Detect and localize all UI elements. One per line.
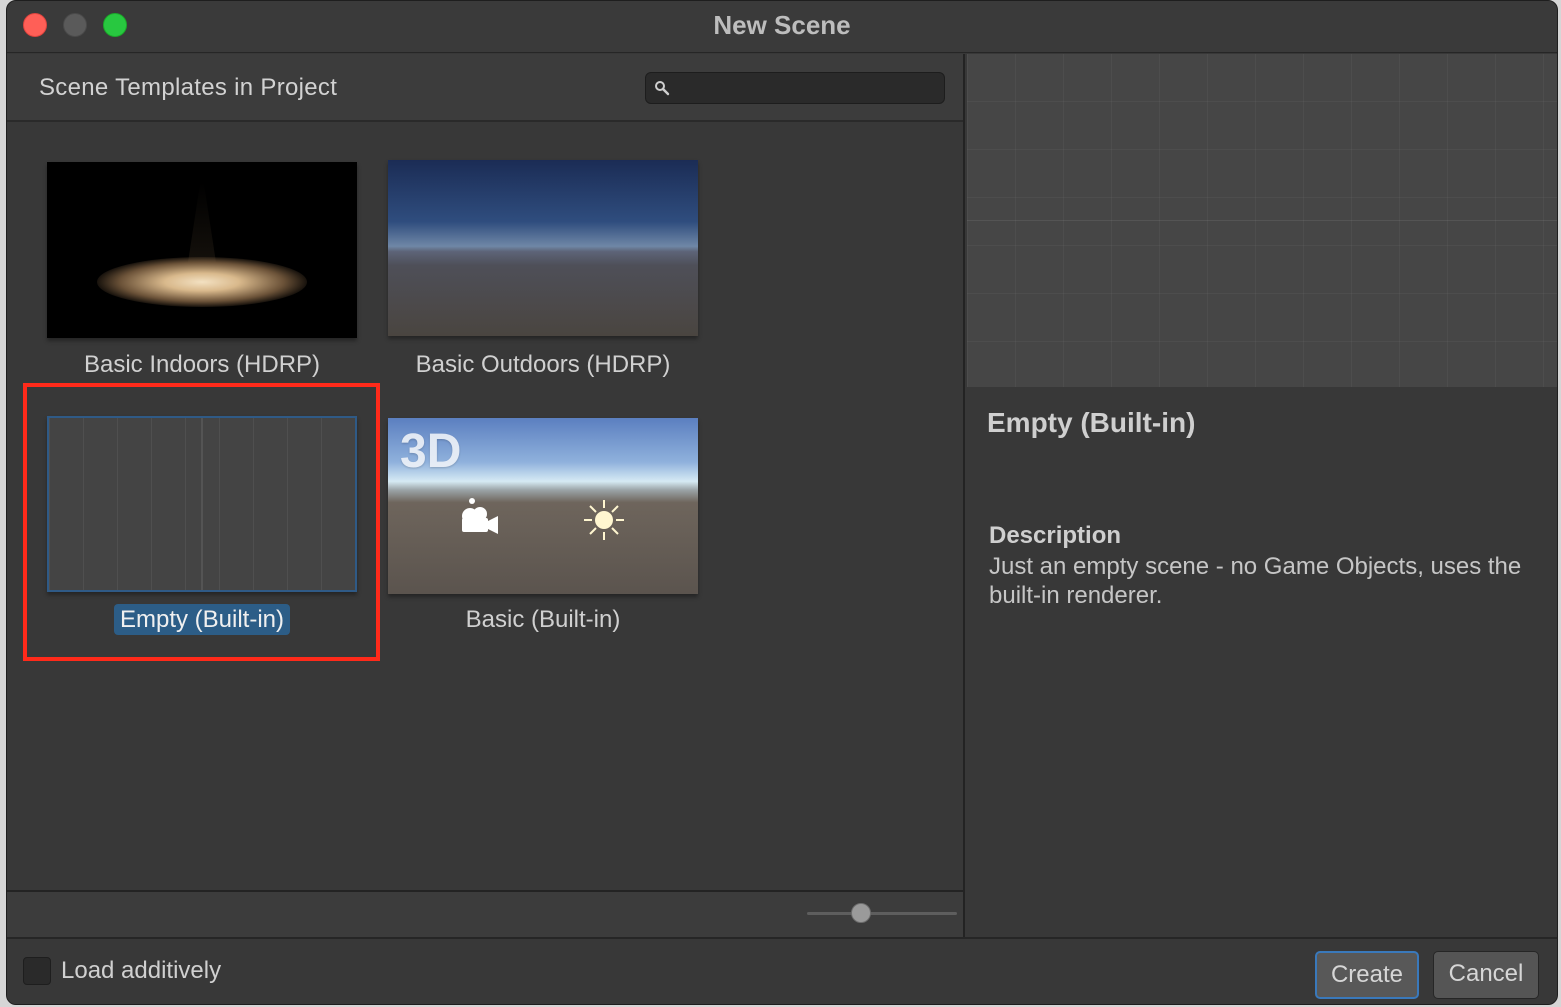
sun-light-icon	[584, 500, 624, 540]
title-bar: New Scene	[7, 1, 1557, 53]
details-title: Empty (Built-in)	[987, 407, 1196, 438]
template-preview	[967, 54, 1557, 387]
templates-footer	[7, 890, 963, 937]
spotlight-floor-glow	[97, 257, 307, 307]
template-label-basic-outdoors: Basic Outdoors (HDRP)	[373, 351, 713, 379]
template-thumbnail-basic-built-in[interactable]: 3D	[388, 418, 698, 594]
template-label-basic-indoors: Basic Indoors (HDRP)	[32, 351, 372, 379]
load-additively-label[interactable]: Load additively	[61, 957, 221, 985]
template-label-basic-built-in: Basic (Built-in)	[373, 606, 713, 634]
new-scene-window: New Scene Scene Templates in Project Bas…	[6, 0, 1558, 1005]
bottom-bar: Load additively Create Cancel	[7, 937, 1557, 1004]
template-label-text: Basic (Built-in)	[465, 606, 621, 633]
template-thumbnail-basic-outdoors[interactable]	[388, 160, 698, 336]
zoom-slider-track[interactable]	[807, 912, 957, 915]
thumbnail-3d-label: 3D	[400, 425, 462, 478]
zoom-slider-thumb[interactable]	[851, 903, 871, 923]
empty-grid-axis	[201, 418, 203, 590]
description-heading: Description	[989, 522, 1122, 549]
templates-header-title: Scene Templates in Project	[39, 74, 338, 101]
create-button[interactable]: Create	[1315, 951, 1419, 999]
template-thumbnail-basic-indoors[interactable]	[47, 162, 357, 338]
template-thumbnail-empty-built-in[interactable]	[47, 416, 357, 592]
details-panel: Empty (Built-in) Description Just an emp…	[967, 54, 1557, 937]
window-title: New Scene	[713, 10, 851, 40]
template-label-text: Basic Indoors (HDRP)	[83, 351, 321, 378]
templates-panel: Scene Templates in Project Basic Indoors…	[7, 54, 965, 937]
cancel-button[interactable]: Cancel	[1433, 951, 1539, 999]
search-field[interactable]	[645, 72, 945, 104]
description-text: Just an empty scene - no Game Objects, u…	[989, 553, 1522, 609]
load-additively-checkbox[interactable]	[23, 957, 51, 985]
search-icon	[655, 81, 670, 96]
templates-header: Scene Templates in Project	[7, 54, 963, 122]
template-label-text: Basic Outdoors (HDRP)	[415, 351, 671, 378]
camera-icon	[462, 498, 498, 534]
template-label-text-selected: Empty (Built-in)	[113, 604, 291, 635]
search-input[interactable]	[676, 75, 938, 101]
template-label-empty-built-in: Empty (Built-in)	[32, 604, 372, 635]
preview-horizon-line	[967, 220, 1557, 221]
